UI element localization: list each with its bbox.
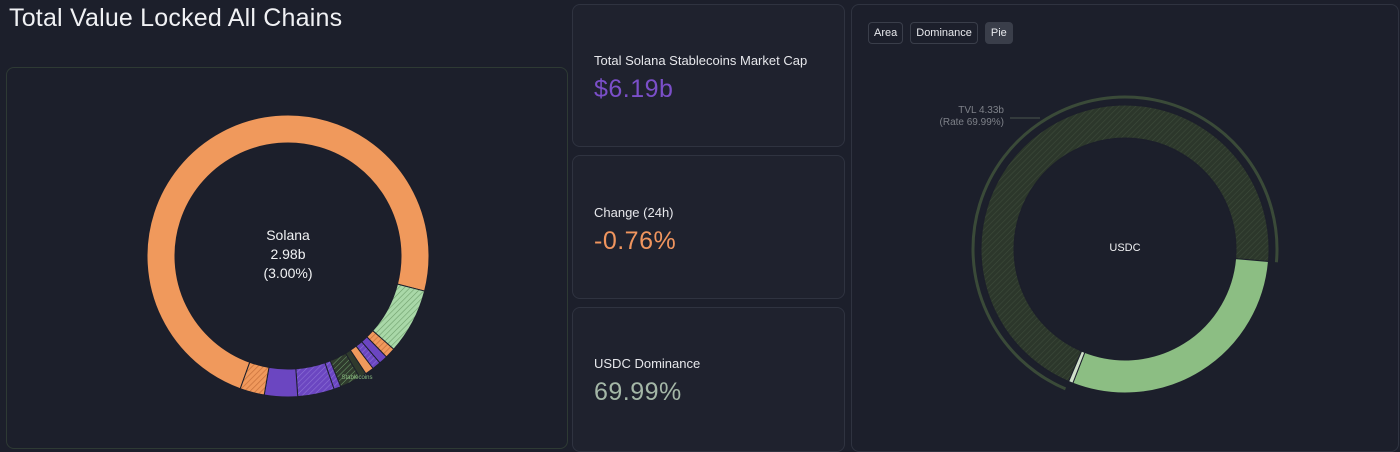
donut-center-value: 2.98b xyxy=(270,246,305,262)
callout-tvl: TVL 4.33b xyxy=(958,105,1004,116)
change-value: -0.76% xyxy=(594,227,677,255)
left-donut-slice-10[interactable] xyxy=(263,366,299,398)
stat-card-dominance: USDC Dominance 69.99% xyxy=(572,307,845,452)
change-label: Change (24h) xyxy=(594,205,674,220)
stat-card-market-cap: Total Solana Stablecoins Market Cap $6.1… xyxy=(572,4,845,147)
donut-center-percent: (3.00%) xyxy=(263,265,312,281)
small-slice-label: Stablecoins xyxy=(341,375,372,381)
tab-pie[interactable]: Pie xyxy=(984,22,1013,44)
dominance-label: USDC Dominance xyxy=(594,356,701,371)
market-cap-label: Total Solana Stablecoins Market Cap xyxy=(594,53,808,68)
tvl-chart-panel: Solana 2.98b (3.00%) Stablecoins xyxy=(6,67,568,449)
donut-center-name: Solana xyxy=(266,227,310,243)
market-cap-value: $6.19b xyxy=(594,75,674,103)
tab-dominance[interactable]: Dominance xyxy=(910,22,978,44)
callout-rate: (Rate 69.99%) xyxy=(940,117,1004,128)
chart-type-tabs: Area Dominance Pie xyxy=(868,22,1013,44)
right-donut-slice-1[interactable] xyxy=(1072,258,1269,394)
usdc-donut-chart: TVL 4.33b (Rate 69.99%) USDC xyxy=(940,95,1279,394)
page-title: Total Value Locked All Chains xyxy=(9,4,343,32)
tab-area[interactable]: Area xyxy=(868,22,904,44)
stat-card-change: Change (24h) -0.76% xyxy=(572,155,845,299)
tvl-donut-chart: Solana 2.98b (3.00%) Stablecoins xyxy=(146,114,430,398)
stablecoin-pie-panel: TVL 4.33b (Rate 69.99%) USDC Area Domina… xyxy=(851,4,1399,452)
dominance-value: 69.99% xyxy=(594,378,682,406)
usdc-center-label: USDC xyxy=(1109,242,1140,254)
